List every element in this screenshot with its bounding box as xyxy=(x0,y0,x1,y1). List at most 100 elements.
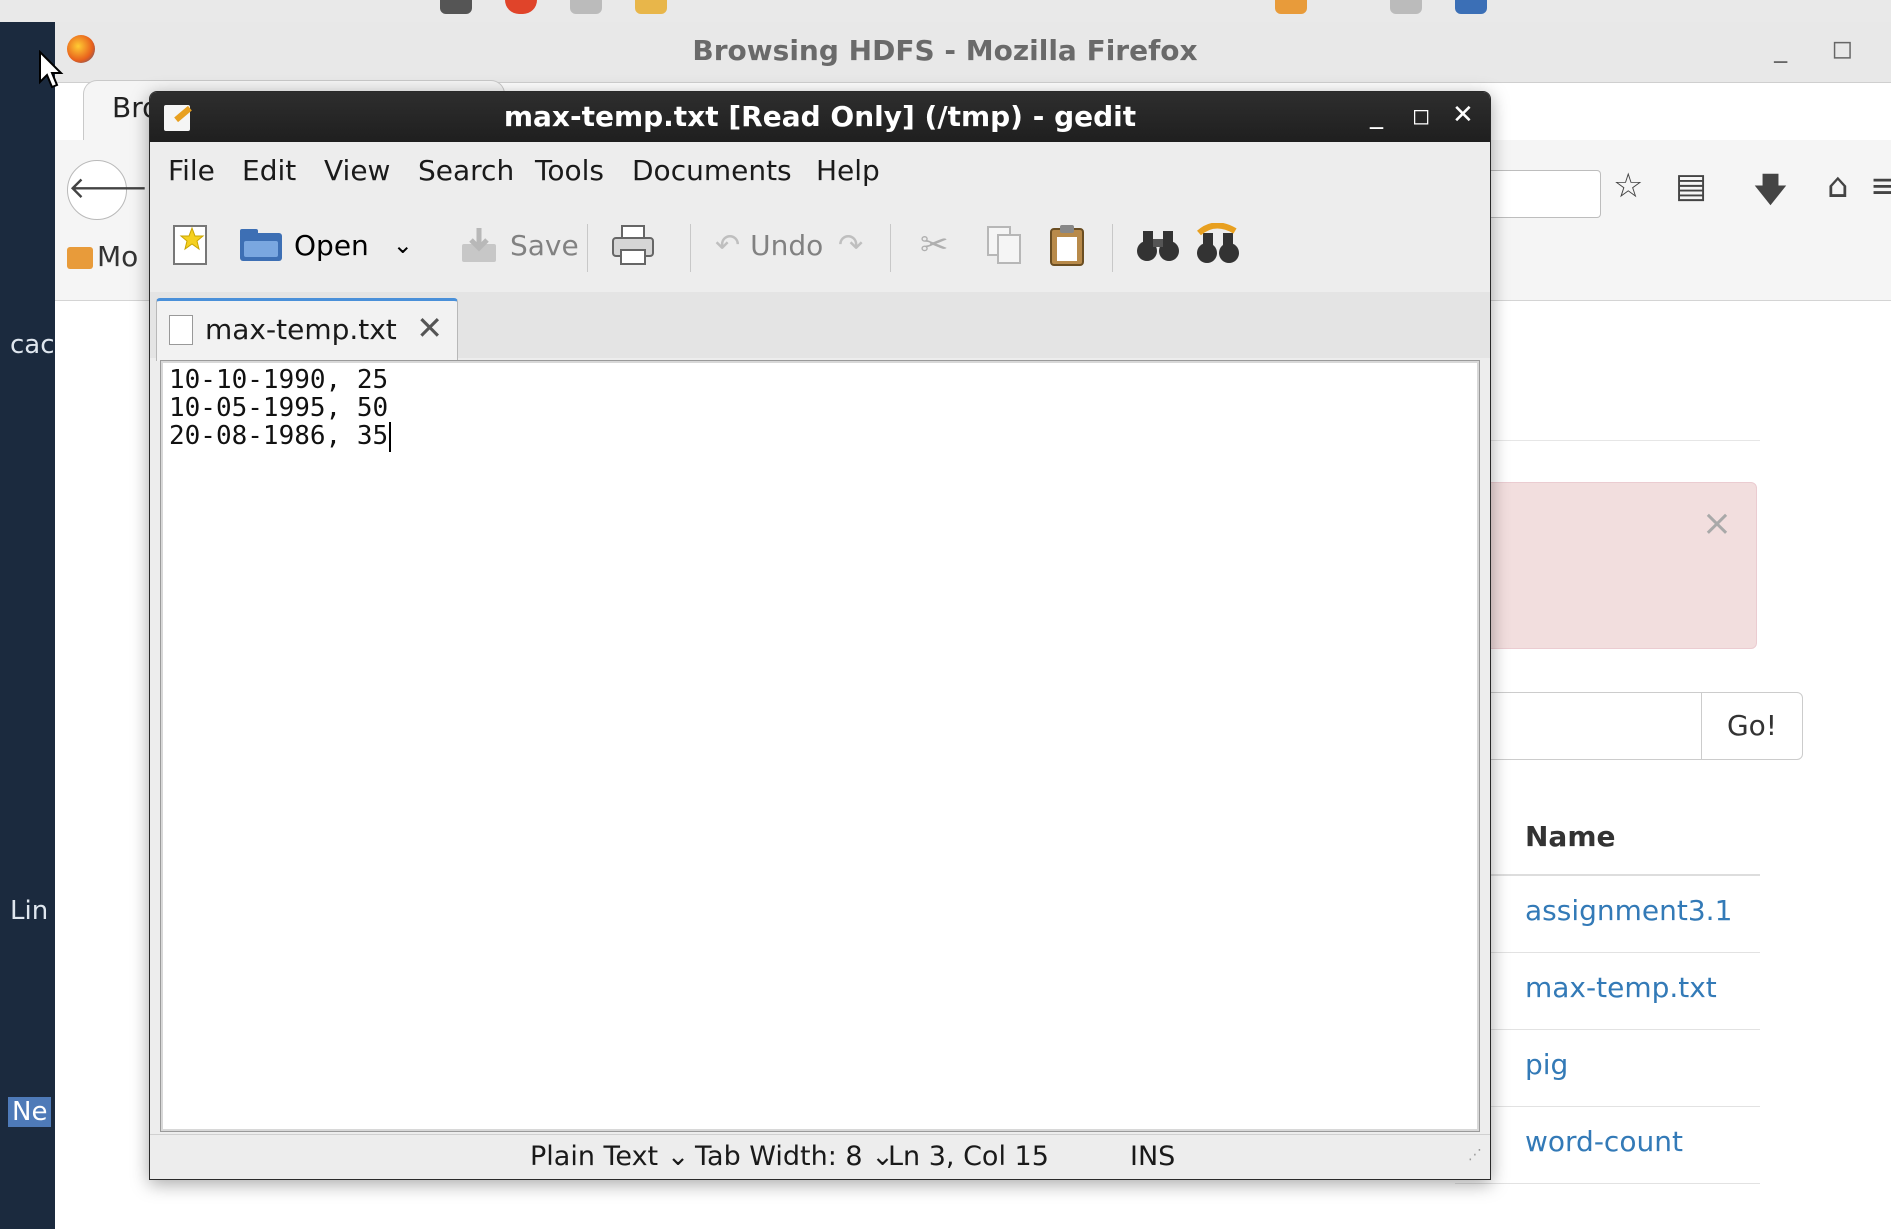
undo-button[interactable]: ↶ Undo xyxy=(715,218,823,272)
copy-icon xyxy=(987,226,1021,264)
terminal-icon[interactable] xyxy=(440,0,472,14)
go-button[interactable]: Go! xyxy=(1701,692,1803,760)
system-monitor-icon[interactable] xyxy=(570,0,602,14)
column-header-name[interactable]: Name xyxy=(1525,820,1616,853)
menu-search[interactable]: Search xyxy=(418,154,514,187)
find-replace-button[interactable] xyxy=(1195,218,1241,272)
top-system-panel xyxy=(0,0,1891,23)
save-button[interactable]: Save xyxy=(458,218,579,272)
file-link[interactable]: assignment3.1 xyxy=(1525,894,1732,927)
maximize-icon[interactable]: ◻ xyxy=(1412,104,1430,129)
table-row: word-count xyxy=(1455,1107,1760,1184)
bookmark-item[interactable]: Mo xyxy=(67,240,138,273)
new-document-icon xyxy=(173,225,207,265)
printer-icon xyxy=(612,225,654,265)
print-button[interactable] xyxy=(610,218,656,272)
text-document-icon xyxy=(169,315,193,345)
text-caret xyxy=(389,421,392,452)
volume-icon[interactable] xyxy=(1455,0,1487,14)
firefox-launcher-icon[interactable] xyxy=(505,0,537,14)
save-label: Save xyxy=(510,228,579,262)
toolbar-separator xyxy=(1112,224,1113,272)
close-icon[interactable]: × xyxy=(1702,503,1732,544)
copy-button[interactable] xyxy=(985,218,1023,272)
notification-icon[interactable] xyxy=(1275,0,1307,14)
network-icon[interactable] xyxy=(1390,0,1422,14)
gedit-menubar: File Edit View Search Tools Documents He… xyxy=(150,142,1490,200)
paste-button[interactable] xyxy=(1048,218,1086,272)
desktop-background: cac Lin Ne xyxy=(0,22,55,1229)
firefox-titlebar[interactable]: Browsing HDFS - Mozilla Firefox _ ◻ xyxy=(55,22,1891,83)
gedit-tab-bar: max-temp.txt ✕ xyxy=(150,292,1490,361)
clipboard-icon xyxy=(1050,225,1084,266)
binoculars-icon xyxy=(1137,231,1179,261)
folder-open-icon xyxy=(240,229,282,261)
find-replace-icon xyxy=(1197,223,1239,263)
undo-arrow-icon: ↶ xyxy=(715,227,741,263)
toolbar-separator xyxy=(690,224,691,272)
redo-arrow-icon: ↷ xyxy=(838,227,864,263)
menu-file[interactable]: File xyxy=(168,154,215,187)
text-line: 10-10-1990, 25 xyxy=(169,365,389,395)
gedit-window-title: max-temp.txt [Read Only] (/tmp) - gedit xyxy=(503,100,1137,133)
menu-edit[interactable]: Edit xyxy=(242,154,296,187)
menu-tools[interactable]: Tools xyxy=(535,154,604,187)
chevron-down-icon[interactable]: ⌄ xyxy=(393,231,413,259)
text-line-content: 20-08-1986, 35 xyxy=(169,421,389,451)
toolbar-separator xyxy=(587,224,588,272)
minimize-icon[interactable]: _ xyxy=(1370,100,1383,130)
chevron-down-icon: ⌄ xyxy=(666,1141,690,1172)
table-row: assignment3.1 xyxy=(1455,876,1760,953)
text-line: 20-08-1986, 35 xyxy=(169,421,392,452)
new-document-button[interactable] xyxy=(170,218,212,272)
page-divider xyxy=(1455,440,1760,441)
gedit-titlebar[interactable]: max-temp.txt [Read Only] (/tmp) - gedit … xyxy=(150,92,1490,142)
language-label: Plain Text xyxy=(530,1141,659,1172)
insert-mode-indicator: INS xyxy=(1130,1141,1176,1172)
redo-button[interactable]: ↷ xyxy=(838,218,863,272)
home-icon[interactable]: ⌂ xyxy=(1827,166,1849,206)
table-row: max-temp.txt xyxy=(1455,953,1760,1030)
menu-help[interactable]: Help xyxy=(816,154,880,187)
cut-button[interactable]: ✂ xyxy=(920,218,949,272)
save-icon xyxy=(462,228,496,262)
firefox-window-controls[interactable]: _ ◻ xyxy=(1774,34,1871,64)
desktop-item-label-selected[interactable]: Ne xyxy=(8,1097,52,1127)
file-link[interactable]: max-temp.txt xyxy=(1525,971,1717,1004)
undo-label: Undo xyxy=(750,228,824,262)
close-icon[interactable]: ✕ xyxy=(1452,100,1474,130)
download-arrow-icon[interactable]: 🡇 xyxy=(1753,166,1788,223)
menu-documents[interactable]: Documents xyxy=(632,154,792,187)
tab-width-selector[interactable]: Tab Width: 8 ⌄ xyxy=(695,1141,894,1172)
mouse-pointer-icon xyxy=(39,50,64,89)
gedit-toolbar: Open ⌄ Save ↶ Undo ↷ ✂ xyxy=(150,200,1490,293)
tab-close-icon[interactable]: ✕ xyxy=(416,309,443,347)
bookmark-folder-icon xyxy=(67,247,93,269)
tab-max-temp[interactable]: max-temp.txt ✕ xyxy=(156,298,458,361)
desktop-item-label[interactable]: cac xyxy=(10,330,55,360)
resize-grip-icon[interactable]: ⋰ xyxy=(1468,1147,1482,1163)
reading-list-icon[interactable]: ▤ xyxy=(1675,166,1707,206)
text-line: 10-05-1995, 50 xyxy=(169,393,389,423)
gedit-window: max-temp.txt [Read Only] (/tmp) - gedit … xyxy=(149,91,1491,1180)
open-button[interactable]: Open ⌄ xyxy=(238,218,413,272)
open-label: Open xyxy=(294,228,369,262)
desktop-item-label[interactable]: Lin xyxy=(10,896,48,926)
file-link[interactable]: pig xyxy=(1525,1048,1568,1081)
firefox-window-title: Browsing HDFS - Mozilla Firefox xyxy=(692,34,1198,67)
language-selector[interactable]: Plain Text ⌄ xyxy=(530,1141,689,1172)
text-editor-area[interactable]: 10-10-1990, 25 10-05-1995, 50 20-08-1986… xyxy=(160,360,1480,1132)
bookmark-star-icon[interactable]: ☆ xyxy=(1613,166,1643,206)
find-button[interactable] xyxy=(1135,218,1181,272)
menu-view[interactable]: View xyxy=(324,154,390,187)
gedit-statusbar: Plain Text ⌄ Tab Width: 8 ⌄ Ln 3, Col 15… xyxy=(150,1134,1490,1179)
file-link[interactable]: word-count xyxy=(1525,1125,1683,1158)
back-arrow-icon[interactable]: 🡐 xyxy=(67,160,148,220)
bookmark-label: Mo xyxy=(97,240,139,273)
hamburger-menu-icon[interactable]: ≡ xyxy=(1870,166,1891,206)
search-input[interactable] xyxy=(1455,692,1702,760)
toolbar-separator xyxy=(890,224,891,272)
cursor-position: Ln 3, Col 15 xyxy=(888,1141,1049,1172)
tab-width-label: Tab Width: 8 xyxy=(695,1141,863,1172)
folder-icon[interactable] xyxy=(635,0,667,14)
